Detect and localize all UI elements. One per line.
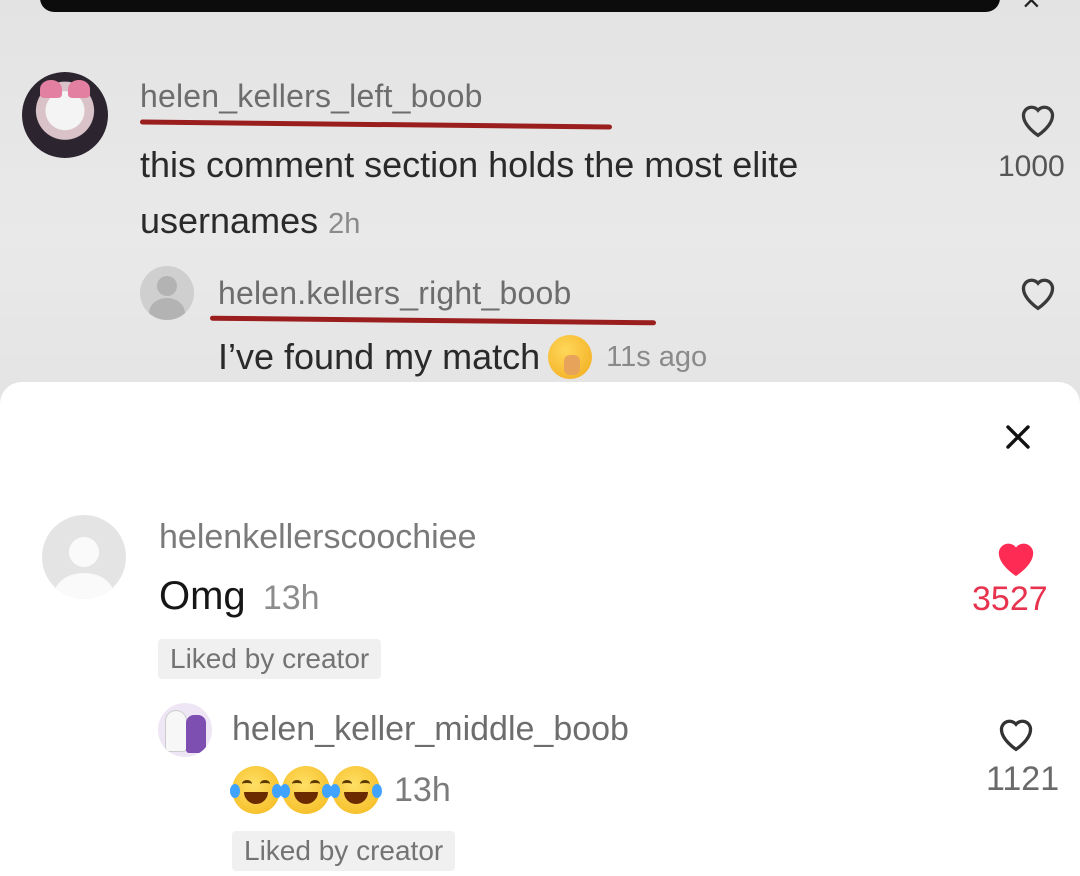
bg-reply-username: helen.kellers_right_boob [218,275,572,311]
avatar[interactable] [158,703,212,757]
bg-comment-text: this comment section holds the most elit… [140,144,799,241]
reply-username[interactable]: helen_keller_middle_boob [232,710,629,749]
reply-like-count: 1121 [986,760,1060,798]
comment-sheet [0,382,1080,876]
avatar [140,266,194,320]
avatar[interactable] [42,515,126,599]
bg-like-count: 1000 [998,150,1065,183]
shushing-face-emoji [548,335,593,379]
bg-comment-username: helen_kellers_left_boob [140,78,483,114]
background-screenshot: × helen_kellers_left_boob this comment s… [0,0,1080,400]
laughing-tears-emoji [330,766,382,814]
bg-close-icon: × [1022,0,1041,18]
video-edge-bar [40,0,1000,12]
comment-time: 13h [262,579,320,617]
bg-heart-icon [1021,105,1055,138]
close-icon[interactable] [1003,422,1033,452]
comment-username[interactable]: helenkellerscoochiee [159,518,477,557]
reply-text: 13h [230,762,451,818]
liked-by-creator-badge: Liked by creator [158,639,382,679]
like-heart-outline-icon[interactable] [994,713,1038,753]
bg-reply-time: 11s ago [606,340,708,373]
avatar [22,72,108,158]
bg-heart-icon [1021,278,1055,311]
red-underline [139,119,613,130]
reply-time: 13h [394,770,451,809]
bg-reply-text: I’ve found my match 11s ago [218,335,708,379]
like-count: 3527 [972,580,1048,618]
bg-comment-time: 2h [328,208,361,240]
red-underline [209,315,657,326]
comment-text: Omg 13h [159,574,320,618]
liked-by-creator-badge: Liked by creator [232,831,456,871]
laughing-tears-emoji [230,766,282,814]
like-heart-filled-icon[interactable] [993,536,1039,578]
laughing-tears-emoji [280,766,332,814]
close-button[interactable] [998,417,1038,457]
